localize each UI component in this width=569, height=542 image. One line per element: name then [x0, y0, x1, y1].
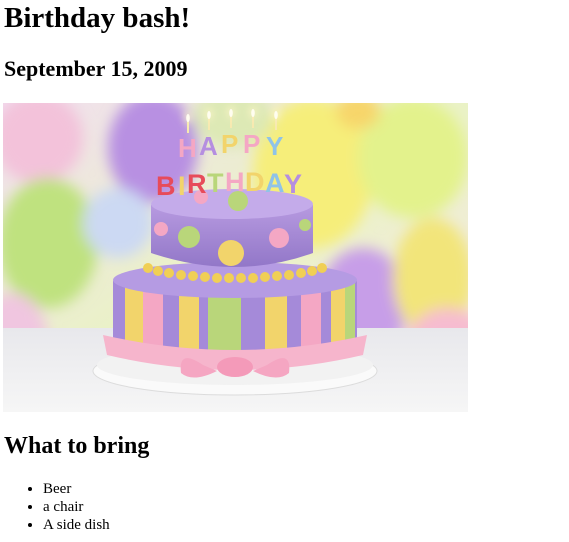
balloon: [83, 188, 153, 258]
svg-text:R: R: [187, 169, 207, 199]
list-item: A side dish: [43, 516, 110, 534]
svg-text:B: B: [156, 171, 176, 201]
event-date: September 15, 2009: [4, 56, 188, 81]
svg-text:T: T: [207, 168, 224, 198]
svg-text:Y: Y: [284, 169, 302, 199]
what-to-bring-heading: What to bring: [4, 433, 150, 459]
svg-text:P: P: [221, 129, 238, 159]
svg-text:A: A: [265, 168, 285, 198]
birthday-candles: B I R T H D A Y: [156, 167, 302, 201]
svg-text:A: A: [199, 131, 218, 161]
list-item: Beer: [43, 480, 110, 498]
bring-list: Beer a chair A side dish: [4, 480, 110, 534]
svg-text:H: H: [178, 133, 197, 163]
svg-text:P: P: [243, 129, 260, 159]
list-item: a chair: [43, 498, 110, 516]
birthday-cake-image: H A P P Y B I R T H D A Y: [3, 103, 468, 412]
svg-text:Y: Y: [266, 131, 283, 161]
page-title: Birthday bash!: [4, 2, 191, 34]
svg-text:D: D: [245, 167, 265, 197]
svg-text:I: I: [178, 171, 186, 201]
svg-text:H: H: [225, 167, 245, 197]
